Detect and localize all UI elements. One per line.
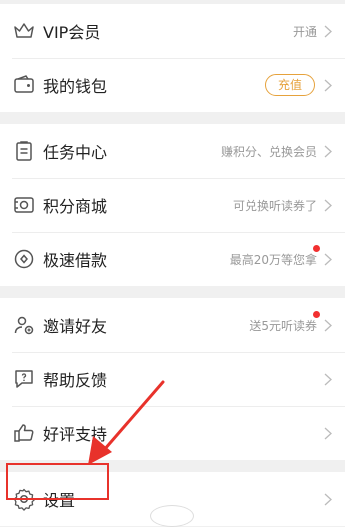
notification-dot (313, 310, 320, 318)
menu-row-wallet[interactable]: 我的钱包 充值 (0, 58, 345, 112)
menu-hint-loan: 最高20万等您拿 (229, 244, 320, 268)
chevron-right-icon (323, 24, 333, 38)
section-divider (0, 286, 345, 298)
menu-hint-invite-text: 送5元听读券 (249, 318, 317, 333)
gear-icon (12, 487, 36, 511)
coins-icon (12, 193, 36, 217)
menu-row-vip[interactable]: VIP会员 开通 (0, 4, 345, 58)
thumbs-up-icon (12, 421, 36, 445)
wallet-icon (12, 73, 36, 97)
chat-question-icon (12, 367, 36, 391)
menu-row-review[interactable]: 好评支持 (0, 406, 345, 460)
membership-group: VIP会员 开通 我的钱包 充值 (0, 4, 345, 112)
chevron-right-icon (323, 198, 333, 212)
menu-hint-points-mall: 可兑换听读券了 (232, 198, 317, 213)
menu-hint-vip: 开通 (292, 24, 317, 39)
menu-label-help: 帮助反馈 (43, 371, 108, 390)
menu-row-help[interactable]: 帮助反馈 (0, 352, 345, 406)
menu-label-invite: 邀请好友 (43, 317, 108, 336)
user-add-icon (12, 313, 36, 337)
chevron-right-icon (323, 426, 333, 440)
bottom-tab-bump (150, 505, 194, 527)
clipboard-icon (12, 139, 36, 163)
menu-label-loan: 极速借款 (43, 251, 108, 270)
menu-row-points-mall[interactable]: 积分商城 可兑换听读券了 (0, 178, 345, 232)
chevron-right-icon (323, 144, 333, 158)
menu-label-tasks: 任务中心 (43, 143, 108, 162)
menu-label-review: 好评支持 (43, 425, 108, 444)
chevron-right-icon (323, 252, 333, 266)
crown-icon (12, 19, 36, 43)
menu-label-points-mall: 积分商城 (43, 197, 108, 216)
profile-menu-page: VIP会员 开通 我的钱包 充值 任务中心 赚积分、兑换会员 积分商城 可兑换听… (0, 4, 345, 527)
menu-label-wallet: 我的钱包 (43, 77, 108, 96)
menu-hint-loan-text: 最高20万等您拿 (229, 252, 317, 267)
disc-icon (12, 247, 36, 271)
section-divider (0, 112, 345, 124)
section-divider (0, 460, 345, 472)
menu-hint-tasks: 赚积分、兑换会员 (220, 144, 317, 159)
chevron-right-icon (323, 78, 333, 92)
rewards-group: 任务中心 赚积分、兑换会员 积分商城 可兑换听读券了 极速借款 最高20万等您拿 (0, 124, 345, 286)
menu-row-tasks[interactable]: 任务中心 赚积分、兑换会员 (0, 124, 345, 178)
menu-label-vip: VIP会员 (43, 23, 101, 42)
menu-hint-invite: 送5元听读券 (249, 310, 320, 334)
recharge-button[interactable]: 充值 (264, 74, 315, 96)
notification-dot (313, 244, 320, 252)
chevron-right-icon (323, 318, 333, 332)
chevron-right-icon (323, 372, 333, 386)
social-group: 邀请好友 送5元听读券 帮助反馈 好评支持 (0, 298, 345, 460)
menu-row-invite[interactable]: 邀请好友 送5元听读券 (0, 298, 345, 352)
chevron-right-icon (323, 492, 333, 506)
menu-row-loan[interactable]: 极速借款 最高20万等您拿 (0, 232, 345, 286)
